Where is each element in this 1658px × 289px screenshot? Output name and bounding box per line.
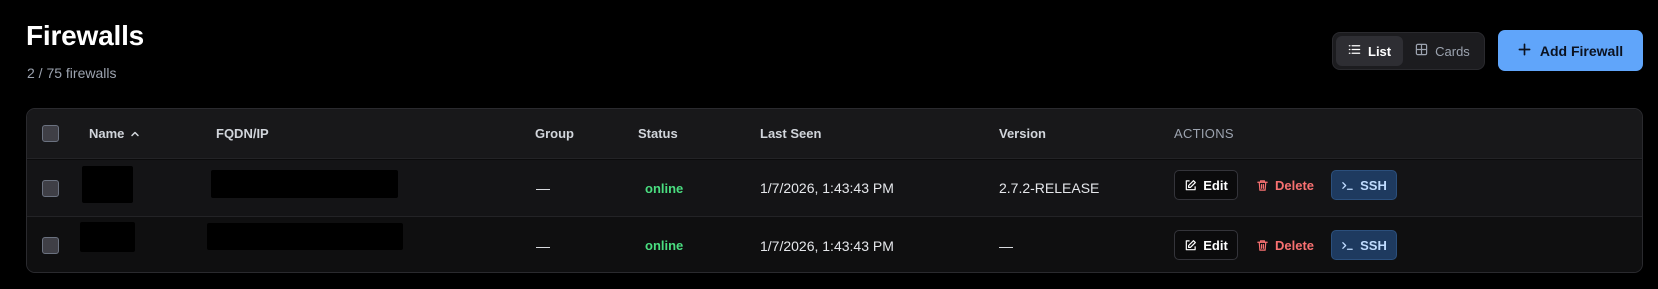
row-select-cell [42, 217, 59, 272]
row-checkbox[interactable] [42, 179, 59, 197]
status-badge: online [645, 238, 684, 253]
row-checkbox[interactable] [42, 237, 59, 254]
group-value: — [536, 180, 550, 196]
column-header-actions: ACTIONS [1174, 126, 1234, 141]
grid-icon [1415, 43, 1428, 59]
add-firewall-button[interactable]: Add Firewall [1498, 30, 1643, 71]
group-value: — [536, 237, 550, 254]
column-header-name[interactable]: Name [89, 109, 140, 158]
cards-view-button[interactable]: Cards [1403, 36, 1482, 66]
sort-ascending-icon [130, 129, 140, 139]
column-name-label: Name [89, 126, 125, 141]
edit-button[interactable]: Edit [1174, 230, 1238, 260]
list-icon [1348, 43, 1361, 59]
delete-label: Delete [1274, 177, 1315, 193]
column-header-group: Group [535, 126, 574, 141]
page-title: Firewalls [26, 20, 145, 51]
delete-label: Delete [1274, 237, 1315, 253]
firewall-count: 2 / 75 firewalls [27, 65, 117, 81]
ssh-label: SSH [1360, 177, 1387, 193]
column-header-status: Status [638, 126, 678, 141]
list-view-label: List [1368, 43, 1392, 59]
list-view-button[interactable]: List [1336, 36, 1404, 66]
column-header-fqdn: FQDN/IP [216, 126, 269, 141]
fqdn-redacted [211, 170, 398, 198]
name-redacted [80, 222, 135, 252]
ssh-button[interactable]: SSH [1331, 230, 1397, 260]
firewalls-page: Firewalls 2 / 75 firewalls List Cards Ad… [0, 0, 1658, 289]
delete-button[interactable]: Delete [1253, 170, 1317, 200]
trash-icon [1256, 179, 1269, 192]
edit-button[interactable]: Edit [1174, 170, 1238, 200]
edit-icon [1184, 239, 1197, 252]
view-toggle: List Cards [1332, 32, 1485, 70]
edit-icon [1184, 179, 1197, 192]
firewalls-table: Name FQDN/IP Group Status Last Seen Vers… [26, 108, 1643, 273]
version-value: 2.7.2-RELEASE [999, 180, 1100, 196]
fqdn-redacted [207, 223, 403, 250]
select-all-checkbox[interactable] [42, 125, 59, 142]
version-value: — [999, 237, 1013, 254]
terminal-icon [1341, 239, 1354, 252]
table-row: — online 1/7/2026, 1:43:43 PM — Edit Del… [27, 217, 1642, 272]
add-firewall-label: Add Firewall [1539, 42, 1624, 59]
ssh-button[interactable]: SSH [1331, 170, 1397, 200]
last-seen-value: 1/7/2026, 1:43:43 PM [760, 180, 894, 196]
trash-icon [1256, 239, 1269, 252]
edit-label: Edit [1203, 177, 1228, 193]
cards-view-label: Cards [1435, 43, 1470, 59]
row-select-cell [42, 160, 59, 216]
table-header: Name FQDN/IP Group Status Last Seen Vers… [27, 109, 1642, 159]
edit-label: Edit [1203, 237, 1228, 253]
select-all-cell [42, 109, 59, 158]
ssh-label: SSH [1360, 237, 1387, 253]
table-row: — online 1/7/2026, 1:43:43 PM 2.7.2-RELE… [27, 160, 1642, 217]
delete-button[interactable]: Delete [1253, 230, 1317, 260]
column-header-last-seen: Last Seen [760, 126, 822, 141]
column-header-version: Version [999, 126, 1046, 141]
last-seen-value: 1/7/2026, 1:43:43 PM [760, 237, 894, 254]
name-redacted [82, 166, 133, 203]
status-badge: online [645, 180, 684, 196]
plus-icon [1518, 43, 1531, 59]
terminal-icon [1341, 179, 1354, 192]
